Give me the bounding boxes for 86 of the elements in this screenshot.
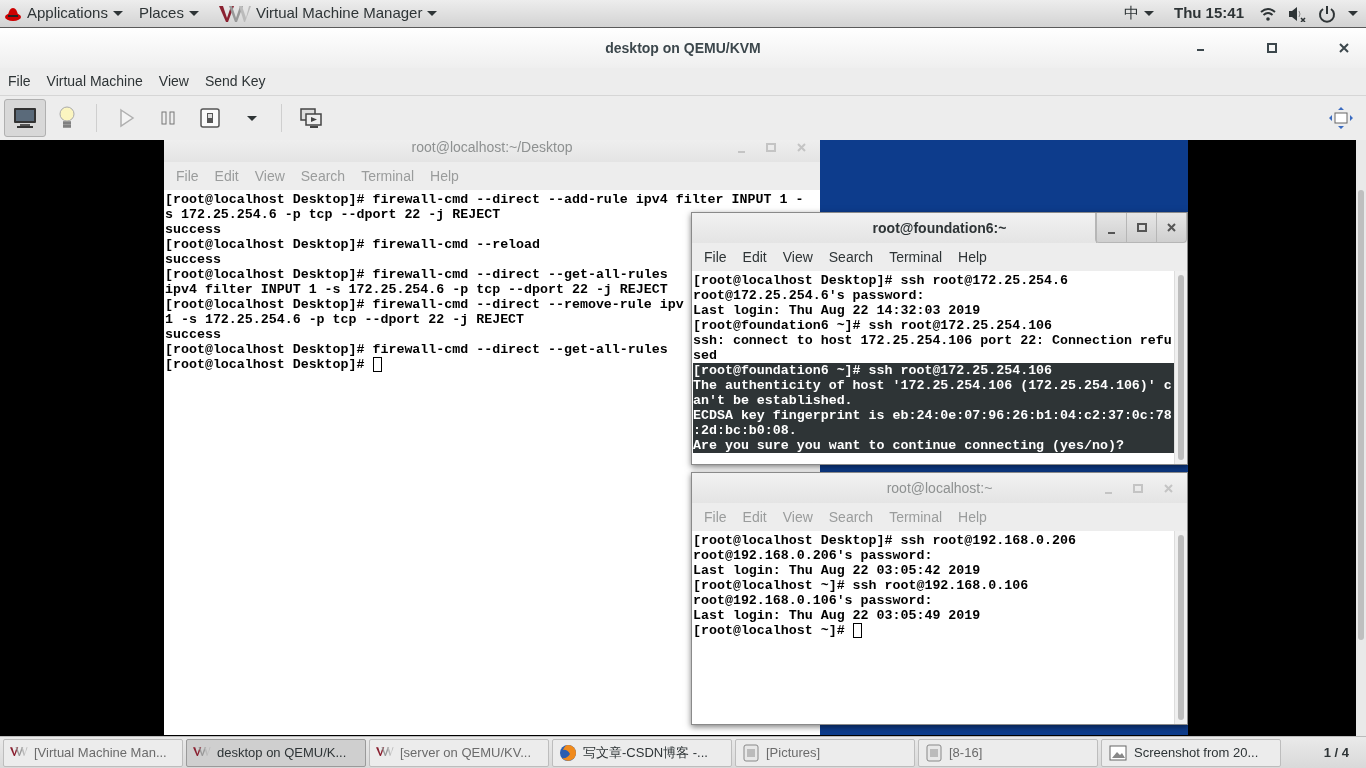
- terminal-line: success: [165, 222, 221, 237]
- terminal-line: s 172.25.254.6 -p tcp --dport 22 -j REJECT: [165, 207, 501, 222]
- caret-icon: [112, 11, 123, 16]
- power-icon: [1318, 4, 1336, 23]
- minimize-icon: [737, 151, 745, 153]
- taskbar-item[interactable]: desktop on QEMU/K...: [186, 738, 366, 767]
- terminal-line: success: [165, 252, 221, 267]
- caret-icon: [188, 11, 199, 16]
- terminal-line: [root@foundation6 ~]# ssh root@172.25.254.106: [693, 318, 1053, 333]
- top-menu[interactable]: Virtual Machine Manager: [210, 2, 446, 25]
- caret-icon: [1348, 11, 1358, 16]
- taskbar-item[interactable]: [Pictures]: [735, 738, 915, 767]
- globe-icon: [559, 743, 577, 762]
- menu-item[interactable]: Virtual Machine: [38, 71, 151, 92]
- menu-item[interactable]: View: [150, 71, 197, 92]
- window-title: root@foundation6:~: [872, 218, 1007, 238]
- caret-icon: [427, 11, 438, 16]
- window-icon: [925, 743, 943, 762]
- close-icon: [1339, 43, 1349, 53]
- maximize-icon: [1267, 43, 1277, 53]
- terminal-line: [root@localhost Desktop]# firewall-cmd --direct --get-all-rules: [165, 267, 668, 282]
- window-title: desktop on QEMU/KVM: [605, 38, 761, 58]
- menu-item[interactable]: Edit: [734, 246, 775, 268]
- taskbar-item[interactable]: Screenshot from 20...: [1101, 738, 1281, 767]
- menu-item[interactable]: Terminal: [881, 246, 951, 268]
- menu-item[interactable]: File: [0, 71, 39, 92]
- terminal-line: Last login: Thu Aug 22 03:05:42 2019: [693, 563, 981, 578]
- maximize-icon: [1133, 483, 1143, 493]
- terminal-line: [root@localhost ~]# ssh root@192.168.0.106: [693, 578, 1029, 593]
- terminal-line: [root@localhost Desktop]#: [165, 357, 365, 372]
- top-menu[interactable]: Places: [130, 2, 207, 25]
- terminal-line: success: [165, 327, 221, 342]
- terminal-line: ssh: connect to host 172.25.254.106 port 22: Connection refu: [693, 333, 1172, 348]
- fullscreen-icon: [1328, 105, 1354, 131]
- minimize-icon: [1108, 231, 1115, 234]
- taskbar-item[interactable]: [8-16]: [918, 738, 1098, 767]
- terminal-line: [root@localhost Desktop]# firewall-cmd --direct --remove-rule ipv: [165, 297, 684, 312]
- close-icon: [1163, 483, 1173, 493]
- input-method-menu[interactable]: 中: [1115, 2, 1162, 25]
- wifi-icon: [1260, 6, 1276, 21]
- terminal-line: [root@localhost Desktop]# ssh root@192.168.0.206: [693, 533, 1076, 548]
- image-icon: [1108, 743, 1128, 762]
- muted-speaker-icon: [1288, 5, 1306, 22]
- terminal-line: root@172.25.254.6's password:: [693, 288, 925, 303]
- terminal-line: [root@localhost Desktop]# firewall-cmd --direct --add-rule ipv4 filter INPUT 1 -: [165, 192, 804, 207]
- menu-item[interactable]: Search: [820, 246, 882, 268]
- terminal-line: Last login: Thu Aug 22 14:32:03 2019: [693, 303, 981, 318]
- top-menu[interactable]: Applications: [0, 2, 131, 25]
- console-button[interactable]: [4, 99, 46, 137]
- caret-icon: [1143, 11, 1154, 16]
- maximize-icon: [766, 142, 776, 152]
- terminal-line: 1 -s 172.25.254.6 -p tcp --dport 22 -j REJECT: [165, 312, 525, 327]
- maximize-icon: [1136, 223, 1147, 232]
- scrollbar[interactable]: [1356, 140, 1366, 736]
- window-title: root@localhost:~/Desktop: [411, 140, 573, 157]
- taskbar-item[interactable]: [Virtual Machine Man...: [3, 738, 183, 767]
- monitor-icon: [12, 105, 38, 131]
- taskbar-item[interactable]: 写文章-CSDN博客 -...: [552, 738, 732, 767]
- menu-item[interactable]: Help: [950, 246, 995, 268]
- window-title: root@localhost:~: [886, 478, 993, 498]
- terminal-line: [root@localhost Desktop]# firewall-cmd --direct --get-all-rules: [165, 342, 668, 357]
- menu-item[interactable]: View: [774, 246, 821, 268]
- taskbar-item[interactable]: [server on QEMU/KV...: [369, 738, 549, 767]
- terminal-line: root@192.168.0.206's password:: [693, 548, 933, 563]
- logo-icon: [218, 3, 251, 24]
- caret-icon: [247, 115, 257, 121]
- terminal-line: [root@localhost Desktop]# firewall-cmd --reload: [165, 237, 541, 252]
- window-icon: [742, 743, 760, 762]
- menu-item[interactable]: Send Key: [196, 71, 274, 92]
- close-icon: [796, 142, 806, 152]
- menu-item[interactable]: File: [696, 246, 735, 268]
- terminal-line: ipv4 filter INPUT 1 -s 172.25.254.6 -p tcp --dport 22 -j REJECT: [165, 282, 668, 297]
- minimize-icon: [1104, 492, 1112, 494]
- switch-icon: [197, 105, 223, 131]
- workspace-pager[interactable]: 1 / 4: [1323, 742, 1349, 763]
- clock[interactable]: Thu 15:41: [1165, 2, 1252, 25]
- terminal-line: root@192.168.0.106's password:: [693, 593, 933, 608]
- terminal-line: [root@localhost Desktop]# ssh root@172.25.254.6: [693, 273, 1069, 288]
- scrollbar[interactable]: [1174, 271, 1187, 464]
- scrollbar[interactable]: [1174, 531, 1187, 724]
- terminal-line: [root@localhost ~]#: [693, 623, 845, 638]
- terminal-line: Last login: Thu Aug 22 03:05:49 2019: [693, 608, 981, 623]
- screens-icon: [298, 105, 324, 131]
- terminal-line: sed: [693, 348, 717, 363]
- hat-icon: [4, 5, 22, 22]
- close-icon: [1167, 223, 1176, 232]
